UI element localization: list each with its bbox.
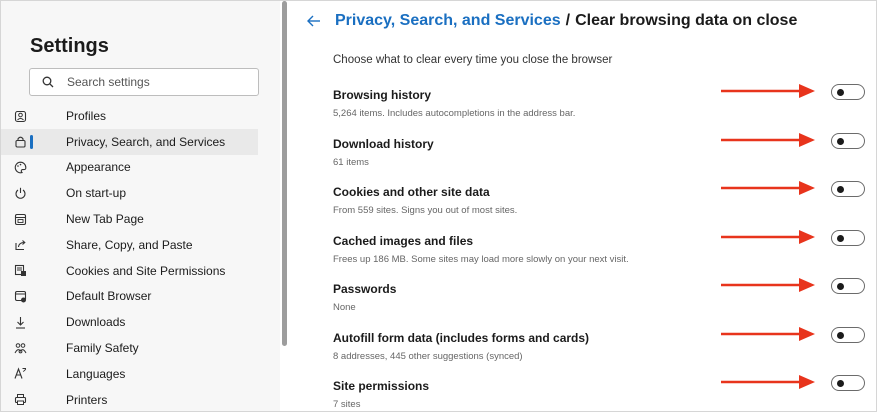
option-cookies: Cookies and other site data From 559 sit… [333, 181, 873, 225]
breadcrumb: Privacy, Search, and Services / Clear br… [307, 12, 797, 30]
red-arrow-icon [721, 327, 815, 341]
sidebar-item-new-tab-page[interactable]: New Tab Page [1, 206, 280, 232]
sidebar-item-label: New Tab Page [66, 212, 144, 227]
sidebar-nav: Profiles Privacy, Search, and Services A… [1, 103, 280, 411]
toggle-knob [837, 332, 844, 339]
download-icon [13, 315, 27, 329]
toggle-knob [837, 89, 844, 96]
page-subtitle: Choose what to clear every time you clos… [333, 54, 613, 66]
red-arrow-icon [721, 230, 815, 244]
toggle-knob [837, 138, 844, 145]
option-description: 61 items [333, 157, 369, 168]
sidebar-item-printers[interactable]: Printers [1, 387, 280, 411]
red-arrow-icon [721, 181, 815, 195]
option-title: Browsing history [333, 88, 432, 102]
sidebar-item-cookies[interactable]: Cookies and Site Permissions [1, 258, 280, 284]
red-arrow-icon [721, 278, 815, 292]
cookies-icon [13, 264, 27, 278]
cookies-toggle[interactable] [831, 181, 865, 197]
option-description: 7 sites [333, 399, 361, 410]
toggle-knob [837, 235, 844, 242]
new-tab-icon [13, 212, 27, 226]
sidebar-item-profiles[interactable]: Profiles [1, 103, 280, 129]
option-title: Passwords [333, 282, 397, 296]
search-icon [41, 75, 55, 89]
site-permissions-toggle[interactable] [831, 375, 865, 391]
cached-images-toggle[interactable] [831, 230, 865, 246]
family-icon [13, 341, 27, 355]
option-browsing-history: Browsing history 5,264 items. Includes a… [333, 84, 873, 128]
sidebar-item-privacy[interactable]: Privacy, Search, and Services [1, 128, 258, 155]
power-icon [13, 186, 27, 200]
sidebar-item-default-browser[interactable]: Default Browser [1, 284, 280, 310]
option-passwords: Passwords None [333, 278, 873, 322]
settings-window: Settings Profiles Privacy, Search, and S… [0, 0, 877, 412]
sidebar-item-label: Cookies and Site Permissions [66, 263, 226, 278]
sidebar-title: Settings [30, 35, 109, 57]
option-description: 5,264 items. Includes autocompletions in… [333, 108, 576, 119]
option-title: Cookies and other site data [333, 185, 490, 199]
search-input[interactable] [67, 75, 247, 89]
sidebar-item-share[interactable]: Share, Copy, and Paste [1, 232, 280, 258]
red-arrow-icon [721, 133, 815, 147]
back-arrow-icon[interactable] [307, 13, 323, 29]
passwords-toggle[interactable] [831, 278, 865, 294]
sidebar-item-label: Languages [66, 366, 126, 381]
option-description: Frees up 186 MB. Some sites may load mor… [333, 254, 629, 265]
toggle-knob [837, 283, 844, 290]
red-arrow-icon [721, 84, 815, 98]
sidebar-item-label: Printers [66, 392, 108, 407]
toggle-knob [837, 186, 844, 193]
sidebar-item-label: Privacy, Search, and Services [66, 134, 226, 149]
sidebar-item-label: On start-up [66, 186, 127, 201]
option-cached-images: Cached images and files Frees up 186 MB.… [333, 230, 873, 274]
sidebar-item-languages[interactable]: Languages [1, 361, 280, 387]
option-description: 8 addresses, 445 other suggestions (sync… [333, 351, 523, 362]
lock-icon [13, 135, 27, 149]
option-title: Autofill form data (includes forms and c… [333, 331, 590, 345]
autofill-toggle[interactable] [831, 327, 865, 343]
sidebar-item-label: Share, Copy, and Paste [66, 237, 193, 252]
option-description: From 559 sites. Signs you out of most si… [333, 205, 518, 216]
option-title: Cached images and files [333, 234, 474, 248]
option-title: Download history [333, 137, 434, 151]
download-history-toggle[interactable] [831, 133, 865, 149]
printer-icon [13, 393, 27, 407]
browsing-history-toggle[interactable] [831, 84, 865, 100]
search-box[interactable] [29, 68, 259, 96]
option-site-permissions: Site permissions 7 sites [333, 375, 873, 411]
sidebar-item-label: Appearance [66, 160, 131, 175]
option-title: Site permissions [333, 379, 430, 393]
sidebar-item-appearance[interactable]: Appearance [1, 155, 280, 181]
palette-icon [13, 161, 27, 175]
toggle-knob [837, 380, 844, 387]
sidebar-item-label: Family Safety [66, 341, 139, 356]
browser-icon [13, 290, 27, 304]
languages-icon [13, 367, 27, 381]
option-description: None [333, 302, 356, 313]
breadcrumb-link[interactable]: Privacy, Search, and Services [335, 12, 561, 30]
sidebar: Settings Profiles Privacy, Search, and S… [1, 1, 280, 411]
sidebar-item-label: Default Browser [66, 289, 152, 304]
sidebar-item-downloads[interactable]: Downloads [1, 309, 280, 335]
red-arrow-icon [721, 375, 815, 389]
share-icon [13, 238, 27, 252]
sidebar-item-family-safety[interactable]: Family Safety [1, 335, 280, 361]
main-panel: Privacy, Search, and Services / Clear br… [297, 1, 876, 411]
sidebar-item-label: Downloads [66, 315, 126, 330]
option-autofill: Autofill form data (includes forms and c… [333, 327, 873, 371]
option-download-history: Download history 61 items [333, 133, 873, 177]
sidebar-scrollbar[interactable] [282, 1, 287, 346]
breadcrumb-separator: / [565, 12, 571, 29]
page-title: Clear browsing data on close [575, 12, 798, 29]
sidebar-item-startup[interactable]: On start-up [1, 180, 280, 206]
profile-icon [13, 109, 27, 123]
sidebar-item-label: Profiles [66, 108, 107, 123]
